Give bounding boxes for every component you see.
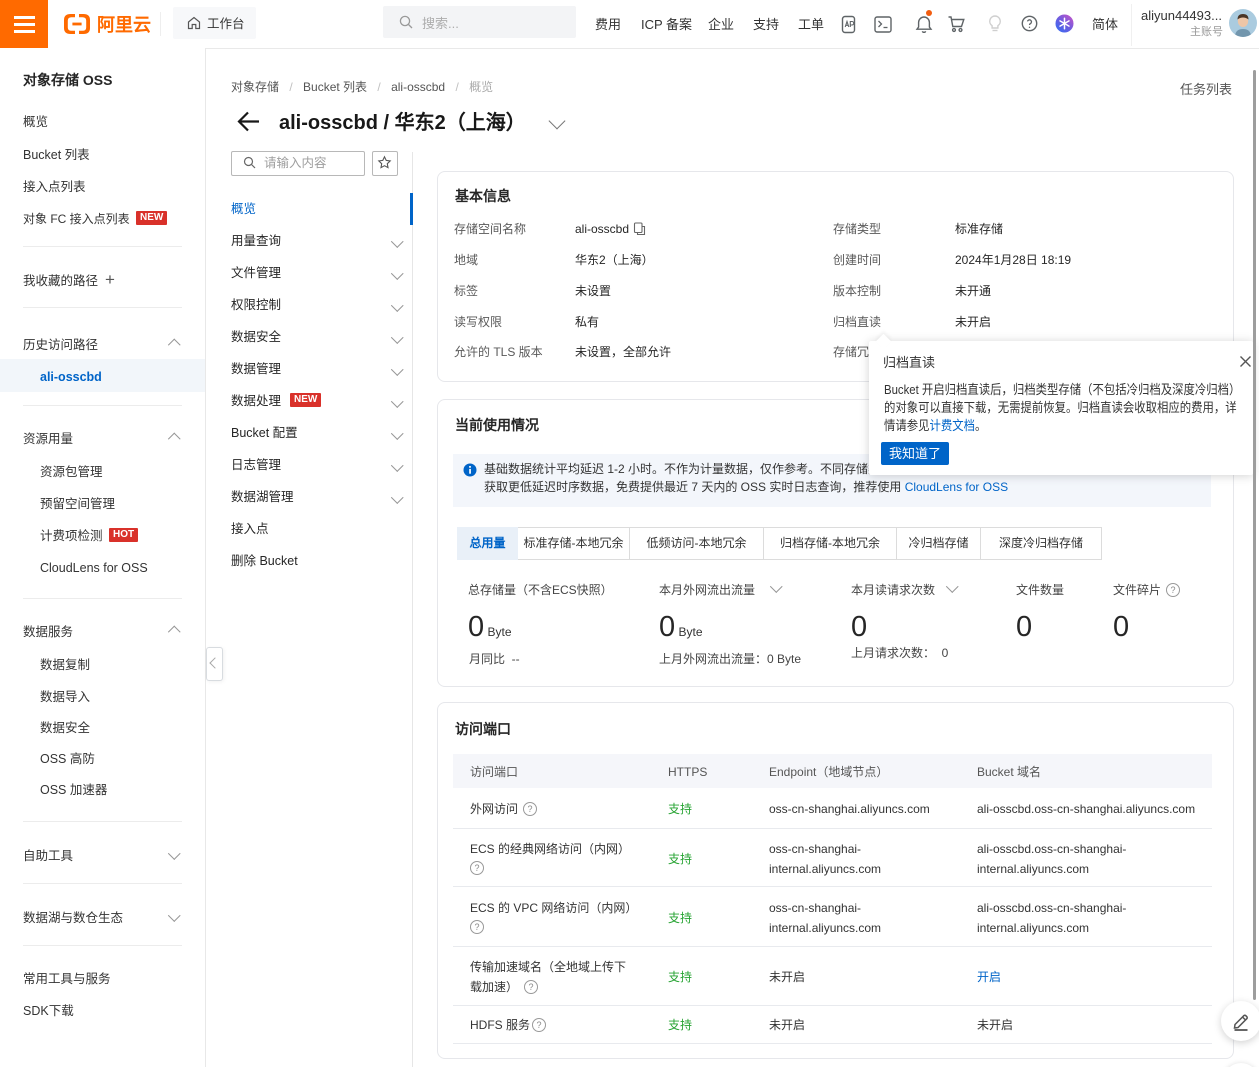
svg-text:阿里云: 阿里云 bbox=[97, 15, 151, 35]
